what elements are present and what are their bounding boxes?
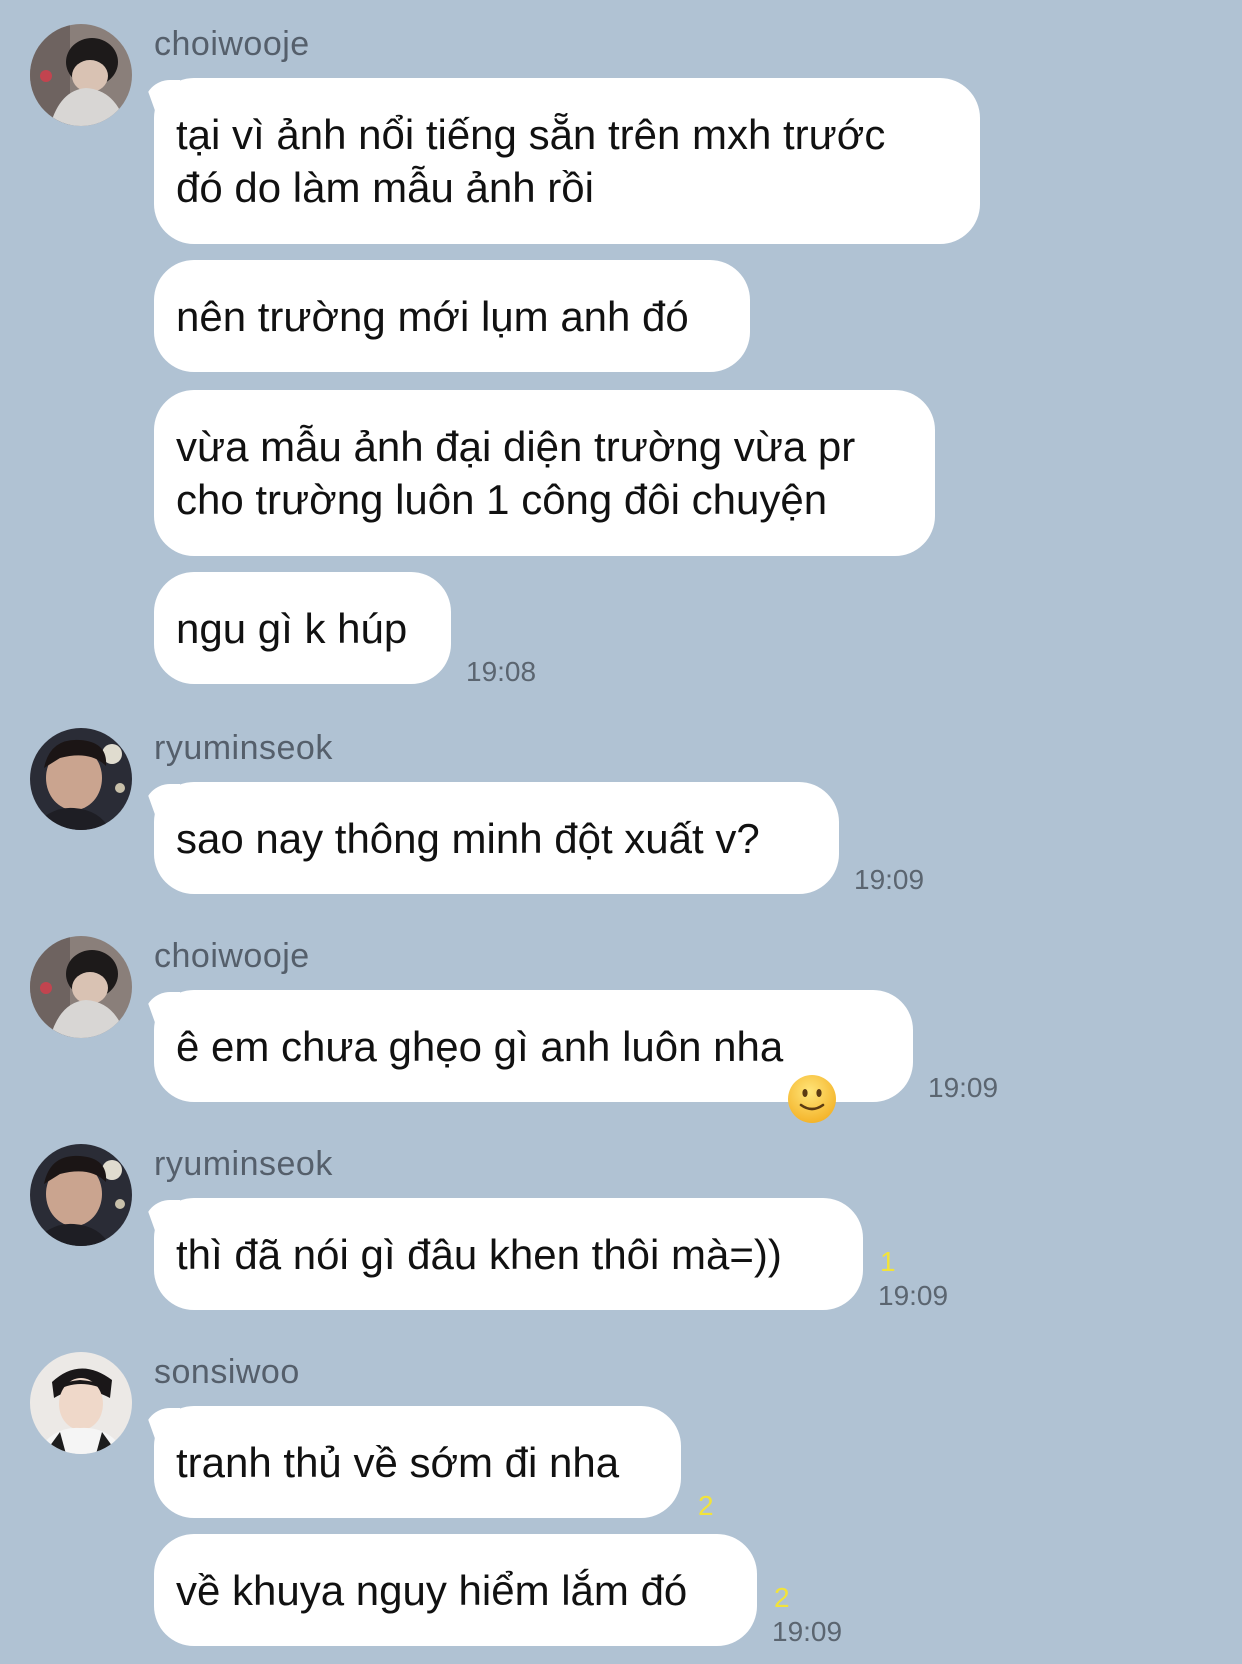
chat-room[interactable]: choiwooje tại vì ảnh nổi tiếng sẵn trên … (0, 0, 1242, 1664)
sonsiwoo-avatar[interactable] (30, 1352, 132, 1454)
message-bubble[interactable]: về khuya nguy hiểm lắm đó (154, 1534, 757, 1646)
message-timestamp: 19:08 (466, 656, 537, 687)
message-bubble[interactable]: ngu gì k húp (154, 572, 451, 684)
message-bubble[interactable]: thì đã nói gì đâu khen thôi mà=)) (154, 1198, 863, 1310)
message-timestamp: 19:09 (772, 1616, 843, 1647)
sender-name: ryuminseok (154, 1145, 333, 1183)
choiwooje-avatar[interactable] (30, 24, 132, 126)
choiwooje-avatar[interactable] (30, 936, 132, 1038)
sender-name: sonsiwoo (154, 1353, 300, 1391)
unread-count: 1 (880, 1246, 896, 1277)
message-timestamp: 19:09 (928, 1072, 999, 1103)
message-bubble[interactable]: tại vì ảnh nổi tiếng sẵn trên mxh trước … (154, 78, 980, 244)
ryuminseok-avatar[interactable] (30, 728, 132, 830)
message-timestamp: 19:09 (854, 864, 925, 895)
message-text: ê em chưa ghẹo gì anh luôn nha (176, 1022, 784, 1070)
unread-count: 2 (698, 1490, 714, 1521)
message-bubble[interactable]: vừa mẫu ảnh đại diện trường vừa pr cho t… (154, 390, 935, 556)
sender-name: ryuminseok (154, 729, 333, 767)
slightly-smiling-face-icon (787, 1021, 837, 1123)
message-bubble[interactable]: sao nay thông minh đột xuất v? (154, 782, 839, 894)
message-bubble[interactable]: nên trường mới lụm anh đó (154, 260, 750, 372)
sender-name: choiwooje (154, 25, 310, 63)
ryuminseok-avatar[interactable] (30, 1144, 132, 1246)
unread-count: 2 (774, 1582, 790, 1613)
sender-name: choiwooje (154, 937, 310, 975)
message-timestamp: 19:09 (878, 1280, 949, 1311)
message-bubble[interactable]: ê em chưa ghẹo gì anh luôn nha (154, 990, 913, 1123)
message-bubble[interactable]: tranh thủ về sớm đi nha (154, 1406, 681, 1518)
